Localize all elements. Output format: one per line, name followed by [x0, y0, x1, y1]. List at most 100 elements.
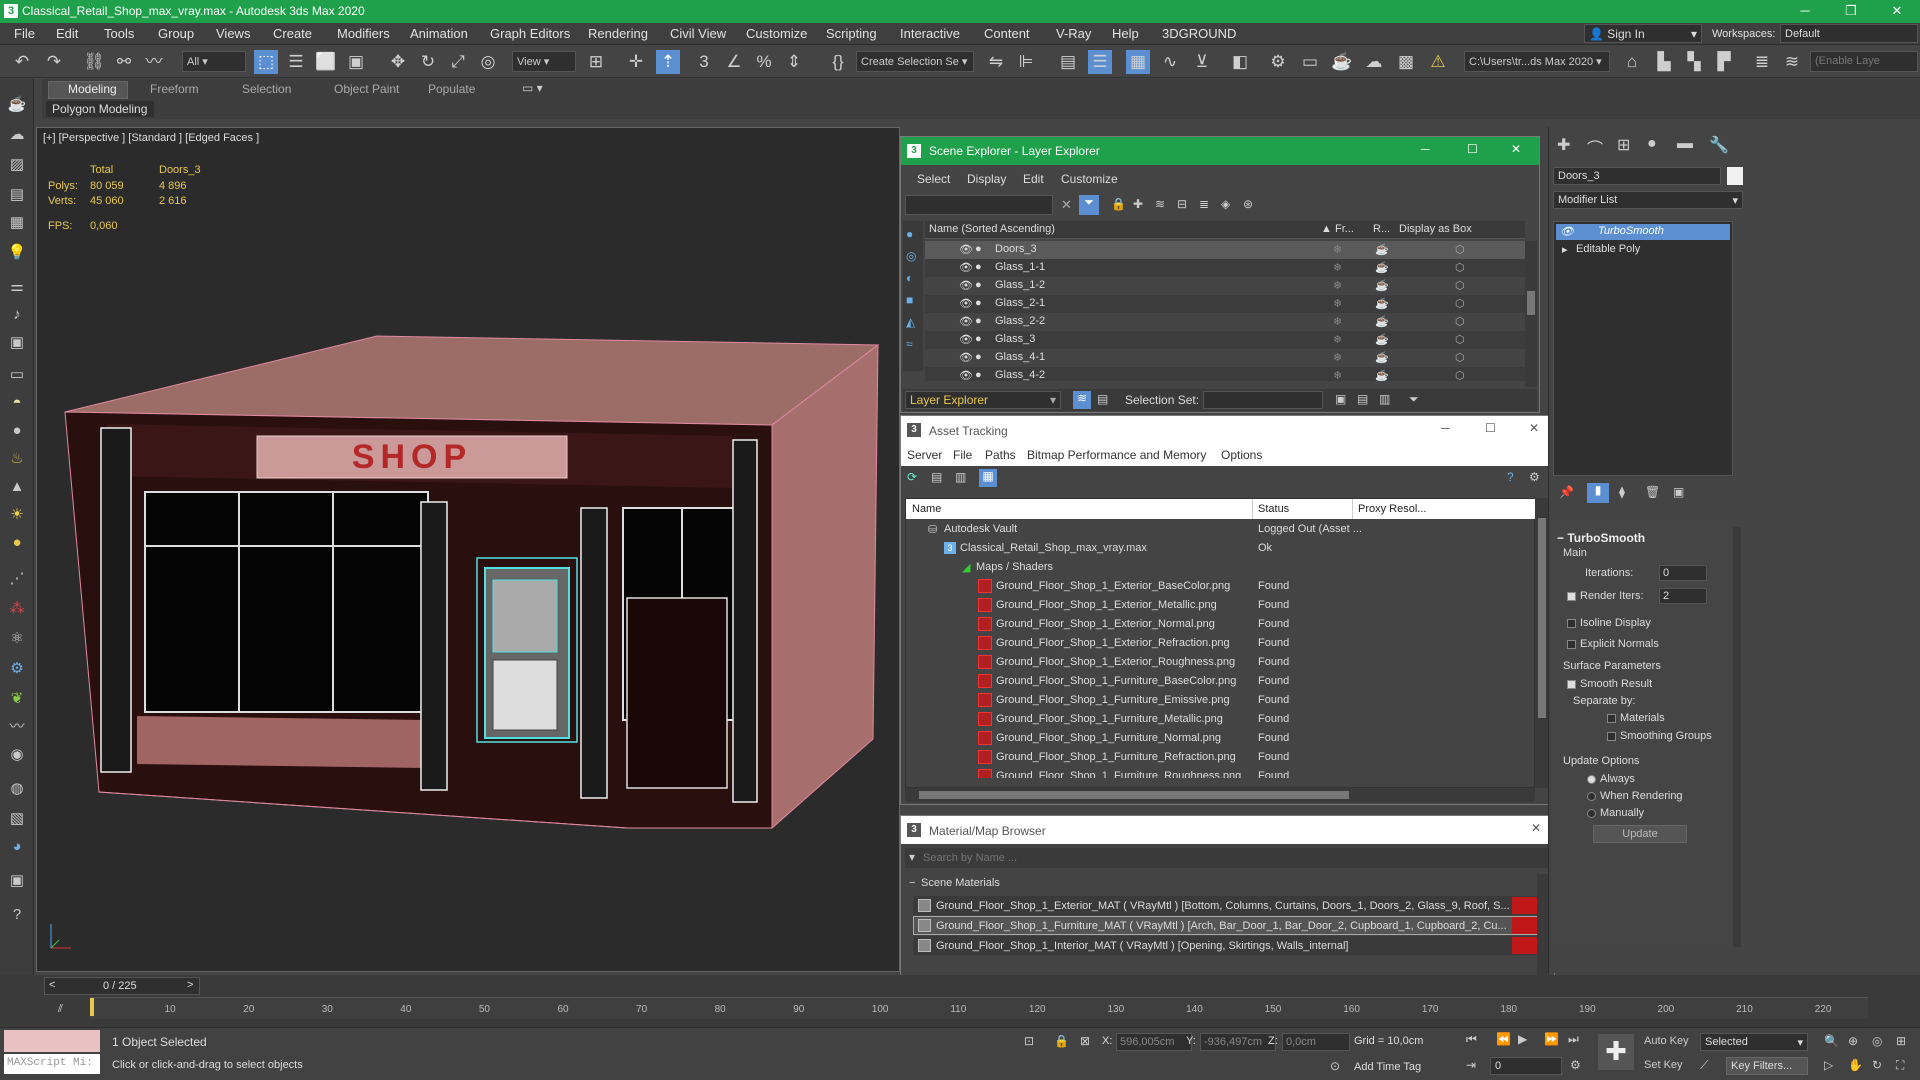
yellow-sphere-icon[interactable]: ● — [5, 531, 29, 555]
atom-icon[interactable]: ⚛ — [5, 627, 29, 651]
side-wall[interactable] — [771, 343, 879, 830]
render-icon[interactable]: ☕ — [1330, 50, 1354, 74]
freeze-icon[interactable]: ❄ — [1333, 333, 1342, 346]
panel-scrollbar[interactable] — [1733, 527, 1741, 947]
undo-icon[interactable]: ↶ — [10, 50, 34, 74]
checkbox[interactable] — [1607, 713, 1616, 723]
remove-modifier-icon[interactable]: 🗑 — [1645, 485, 1660, 499]
enable-layer-field[interactable]: (Enable Laye — [1810, 51, 1918, 72]
add-layer-icon[interactable]: ✚ — [1133, 197, 1143, 211]
eye-icon[interactable]: 👁 — [959, 351, 973, 364]
clear-search-icon[interactable]: ✕ — [1061, 197, 1072, 213]
renderable-icon[interactable]: ☕ — [1375, 297, 1389, 310]
se-row[interactable]: 👁 ● Glass_4-2 ❄ ☕ ⬡ — [925, 367, 1525, 381]
film-icon[interactable]: ▣ — [5, 331, 29, 355]
go-to-start-icon[interactable]: ⏮ — [1466, 1032, 1477, 1047]
pan-icon[interactable]: ✋ — [1848, 1058, 1863, 1072]
menu-help[interactable]: Help — [1112, 26, 1139, 41]
eye-icon[interactable]: 👁 — [1560, 225, 1574, 238]
material-item[interactable]: Ground_Floor_Shop_1_Interior_MAT ( VRayM… — [913, 936, 1538, 955]
time-tag-icon[interactable]: ⊙ — [1330, 1059, 1340, 1073]
at-map-row[interactable]: Ground_Floor_Shop_1_Furniture_Roughness.… — [906, 768, 1536, 778]
object-name-field[interactable]: Doors_3 — [1553, 167, 1721, 185]
render-dot-icon[interactable]: ● — [975, 261, 982, 273]
display-spacewarps-icon[interactable]: ≈ — [906, 337, 913, 351]
refresh-icon[interactable]: ⟳ — [907, 470, 917, 484]
target-icon[interactable]: ◉ — [5, 743, 29, 767]
vray-frame-buffer-icon[interactable]: ▩ — [1394, 50, 1418, 74]
display-objects-icon[interactable]: ● — [906, 227, 913, 241]
maximize-viewport-icon[interactable]: ⛶ — [1896, 1058, 1904, 1073]
rect-icon[interactable]: ▭ — [5, 363, 29, 387]
image-icon[interactable]: ▨ — [5, 153, 29, 177]
selection-lock-icon[interactable]: 🔒 — [1054, 1034, 1069, 1048]
lamp-icon[interactable]: ♨ — [5, 447, 29, 471]
at-map-row[interactable]: Ground_Floor_Shop_1_Furniture_Normal.png… — [906, 730, 1536, 748]
layer-explorer-icon[interactable]: ☰ — [1088, 50, 1112, 74]
shop-window-left[interactable] — [144, 491, 429, 713]
object-color-swatch[interactable] — [1727, 167, 1743, 185]
key-tangent-icon[interactable]: ⟋ — [1700, 1058, 1708, 1073]
box-icon[interactable]: ⬡ — [1455, 297, 1465, 310]
help-icon[interactable]: ? — [1507, 470, 1514, 484]
render-dot-icon[interactable]: ● — [975, 279, 982, 291]
tool-a-icon[interactable]: ▙ — [1652, 50, 1676, 74]
ribbon-toggle-icon[interactable]: ▦ — [1126, 50, 1150, 74]
at-map-row[interactable]: Ground_Floor_Shop_1_Furniture_Refraction… — [906, 749, 1536, 767]
at-menu-file[interactable]: File — [953, 448, 972, 462]
eye-icon[interactable]: 👁 — [959, 333, 973, 346]
render-dot-icon[interactable]: ● — [975, 369, 982, 381]
warning-icon[interactable]: ⚠ — [1426, 50, 1450, 74]
cone-icon[interactable]: ▲ — [5, 475, 29, 499]
zoom-extents-icon[interactable]: ◎ — [1872, 1034, 1882, 1048]
help-icon[interactable]: ? — [5, 903, 29, 927]
display-geometry-icon[interactable]: ◎ — [906, 249, 916, 263]
tool-c-icon[interactable]: ▛ — [1712, 50, 1736, 74]
zoom-all-icon[interactable]: ⊕ — [1848, 1034, 1858, 1048]
create-tab-icon[interactable]: ✚ — [1557, 135, 1570, 155]
at-row-vault[interactable]: ⛁ Autodesk Vault Logged Out (Asset ... — [906, 521, 1536, 539]
minimize-icon[interactable]: ─ — [1441, 421, 1450, 435]
material-item[interactable]: Ground_Floor_Shop_1_Exterior_MAT ( VRayM… — [913, 896, 1538, 915]
prev-frame-icon[interactable]: < — [49, 979, 55, 991]
layer-tool-d-icon[interactable]: ◈ — [1221, 197, 1230, 211]
perspective-viewport[interactable]: [+] [Perspective ] [Standard ] [Edged Fa… — [36, 127, 900, 972]
previous-key-icon[interactable]: ⏪ — [1496, 1032, 1511, 1046]
at-hscrollbar[interactable] — [905, 788, 1535, 802]
expand-icon[interactable]: ▸ — [1562, 243, 1568, 256]
menu-scripting[interactable]: Scripting — [826, 26, 877, 41]
plant-icon[interactable]: ❦ — [5, 687, 29, 711]
box-icon[interactable]: ⬡ — [1455, 369, 1465, 381]
renderable-icon[interactable]: ☕ — [1375, 261, 1389, 274]
freeze-icon[interactable]: ❄ — [1333, 369, 1342, 381]
sun-icon[interactable]: ☀ — [5, 503, 29, 527]
menu-tools[interactable]: Tools — [104, 26, 134, 41]
layer-settings-icon[interactable]: ▤ — [1097, 392, 1108, 406]
rollout-title[interactable]: − TurboSmooth — [1557, 531, 1645, 545]
footer-tool-a-icon[interactable]: ▣ — [1335, 392, 1346, 406]
menu-file[interactable]: File — [14, 26, 35, 41]
se-menu-select[interactable]: Select — [917, 172, 950, 186]
radio[interactable] — [1587, 808, 1596, 818]
box-icon[interactable]: ⬡ — [1455, 243, 1465, 256]
se-col-box[interactable]: Display as Box — [1399, 223, 1472, 235]
isoline-toggle[interactable]: Isoline Display — [1567, 617, 1651, 629]
freeze-icon[interactable]: ❄ — [1333, 261, 1342, 274]
x-coord-field[interactable]: 596,005cm — [1116, 1033, 1192, 1051]
iterations-spinner[interactable]: 0 — [1659, 565, 1707, 581]
at-menu-paths[interactable]: Paths — [985, 448, 1016, 462]
settings-icon[interactable]: ⚙ — [1529, 470, 1540, 484]
selection-filter-dropdown[interactable]: All ▾ — [182, 51, 246, 72]
render-dot-icon[interactable]: ● — [975, 351, 982, 363]
freeze-icon[interactable]: ❄ — [1333, 351, 1342, 364]
checkbox-checked[interactable] — [1567, 679, 1576, 689]
render-dot-icon[interactable]: ● — [975, 297, 982, 309]
hair-icon[interactable]: 〰 — [5, 715, 29, 739]
orbit-icon[interactable]: ↻ — [1872, 1058, 1882, 1072]
menu-content[interactable]: Content — [984, 26, 1030, 41]
auto-key-button[interactable]: Auto Key — [1640, 1033, 1698, 1051]
ref-coord-dropdown[interactable]: View ▾ — [512, 51, 576, 72]
se-menu-edit[interactable]: Edit — [1023, 172, 1044, 186]
display-helpers-icon[interactable]: ◭ — [906, 315, 915, 329]
minimize-icon[interactable]: ─ — [1782, 0, 1828, 23]
